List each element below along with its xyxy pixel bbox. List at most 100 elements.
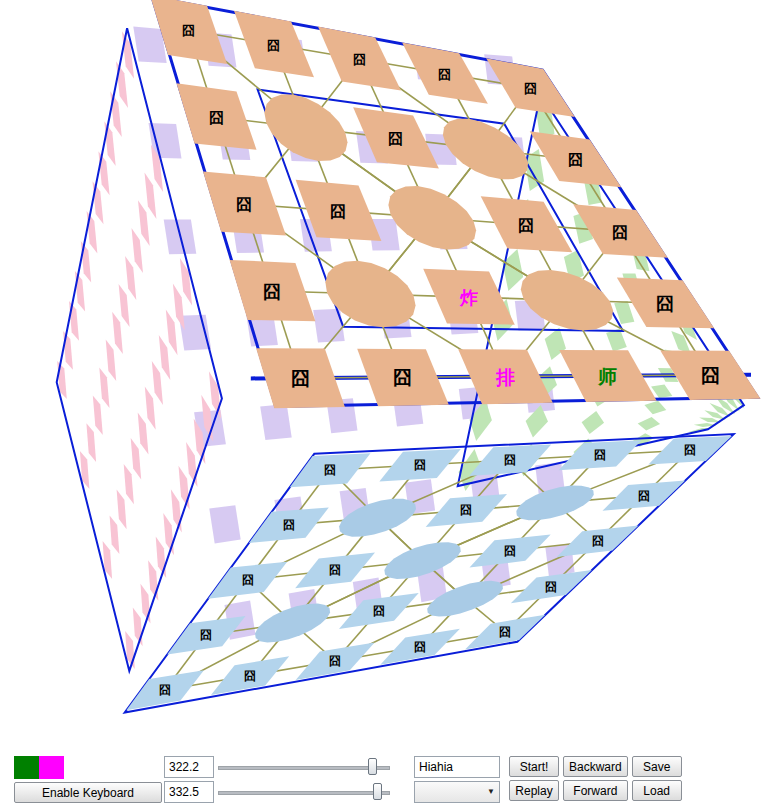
piece[interactable]: 炸 <box>459 288 478 308</box>
piece[interactable]: 囧 <box>656 294 674 314</box>
camp[interactable] <box>264 94 347 161</box>
piece[interactable]: 囧 <box>414 458 426 472</box>
post[interactable] <box>126 670 203 710</box>
piece[interactable]: 囧 <box>612 223 628 242</box>
angle-slider[interactable] <box>218 781 390 803</box>
piece[interactable]: 囧 <box>414 640 426 654</box>
camp[interactable] <box>443 119 528 180</box>
post[interactable] <box>469 445 551 476</box>
name-field[interactable]: Hiahia <box>414 756 500 778</box>
piece[interactable]: 囧 <box>438 67 451 82</box>
post[interactable] <box>353 107 439 168</box>
post[interactable] <box>617 277 714 328</box>
post[interactable] <box>295 553 375 589</box>
cube-board[interactable]: 囧囧囧囧囧囧囧囧囧囧囧囧囧囧囧囧囧囧囧囧囧囧囧囧囧囧囧囧囧囧囧囧囧炸囧囧囧排师囧 <box>0 0 771 752</box>
camp[interactable] <box>388 186 476 250</box>
post[interactable] <box>481 196 573 252</box>
post[interactable] <box>150 0 227 64</box>
piece[interactable]: 囧 <box>283 518 295 532</box>
camp[interactable] <box>427 581 503 617</box>
piece[interactable]: 囧 <box>324 463 336 477</box>
post[interactable] <box>423 269 515 325</box>
piece[interactable]: 囧 <box>353 52 366 67</box>
piece[interactable]: 囧 <box>701 364 720 386</box>
piece[interactable]: 囧 <box>209 110 224 126</box>
piece[interactable]: 囧 <box>242 573 254 587</box>
angle-slider[interactable] <box>218 756 390 778</box>
slider-thumb[interactable] <box>373 783 382 800</box>
piece[interactable]: 囧 <box>200 628 212 642</box>
post[interactable] <box>296 180 382 241</box>
post[interactable] <box>339 593 419 629</box>
post[interactable] <box>557 525 639 557</box>
piece[interactable]: 囧 <box>244 669 256 683</box>
piece[interactable]: 囧 <box>524 81 537 96</box>
post[interactable] <box>203 172 286 236</box>
game-dropdown[interactable]: ▼ <box>414 781 500 803</box>
post[interactable] <box>559 350 656 402</box>
post[interactable] <box>530 131 622 187</box>
post[interactable] <box>211 656 289 695</box>
post[interactable] <box>290 453 371 487</box>
action-button[interactable]: Backward <box>563 756 628 777</box>
post[interactable] <box>249 508 329 544</box>
piece[interactable]: 师 <box>597 365 617 387</box>
post[interactable] <box>379 449 460 482</box>
piece[interactable]: 囧 <box>592 534 604 548</box>
camp[interactable] <box>339 499 416 537</box>
angle-field[interactable]: 332.5 <box>164 781 214 803</box>
piece[interactable]: 囧 <box>594 448 606 462</box>
action-button[interactable]: Start! <box>509 756 559 777</box>
piece[interactable]: 囧 <box>329 563 341 577</box>
action-button[interactable]: Replay <box>509 780 559 801</box>
post[interactable] <box>486 58 575 117</box>
post[interactable] <box>426 494 507 527</box>
post[interactable] <box>660 350 760 400</box>
post[interactable] <box>465 615 545 650</box>
piece[interactable]: 囧 <box>499 625 511 639</box>
angle-field[interactable]: 322.2 <box>164 756 214 778</box>
post[interactable] <box>208 562 287 599</box>
action-button[interactable]: Forward <box>563 780 628 801</box>
post[interactable] <box>177 83 257 150</box>
post[interactable] <box>256 348 345 408</box>
post[interactable] <box>470 534 551 567</box>
piece[interactable]: 囧 <box>236 195 252 214</box>
piece[interactable]: 囧 <box>460 503 472 517</box>
post[interactable] <box>296 643 375 680</box>
post[interactable] <box>458 349 553 404</box>
action-button[interactable]: Save <box>632 756 682 777</box>
post[interactable] <box>230 260 316 321</box>
piece[interactable]: 囧 <box>638 489 650 503</box>
piece[interactable]: 囧 <box>545 580 557 594</box>
post[interactable] <box>234 11 314 78</box>
slider-thumb[interactable] <box>368 758 377 775</box>
enable-keyboard-button[interactable]: Enable Keyboard <box>14 782 162 803</box>
piece[interactable]: 囧 <box>182 23 195 38</box>
camp[interactable] <box>255 604 330 643</box>
piece[interactable]: 囧 <box>263 282 281 302</box>
camp[interactable] <box>384 542 460 579</box>
camp[interactable] <box>325 261 415 328</box>
piece[interactable]: 囧 <box>393 366 412 388</box>
piece[interactable]: 排 <box>495 366 515 388</box>
post[interactable] <box>402 42 488 103</box>
piece[interactable]: 囧 <box>504 453 516 467</box>
piece[interactable]: 囧 <box>267 38 280 53</box>
post[interactable] <box>648 436 732 465</box>
piece[interactable]: 囧 <box>330 202 346 221</box>
camp[interactable] <box>516 486 594 521</box>
post[interactable] <box>357 349 449 406</box>
piece[interactable]: 囧 <box>291 367 310 389</box>
piece[interactable]: 囧 <box>684 443 696 457</box>
post[interactable] <box>559 440 642 470</box>
post[interactable] <box>380 629 460 665</box>
action-button[interactable]: Load <box>632 780 682 801</box>
piece[interactable]: 囧 <box>329 654 341 668</box>
piece[interactable]: 囧 <box>504 544 516 558</box>
camp[interactable] <box>521 270 613 330</box>
piece[interactable]: 囧 <box>373 604 385 618</box>
piece[interactable]: 囧 <box>568 152 583 168</box>
piece[interactable]: 囧 <box>159 683 171 697</box>
post[interactable] <box>603 481 686 511</box>
